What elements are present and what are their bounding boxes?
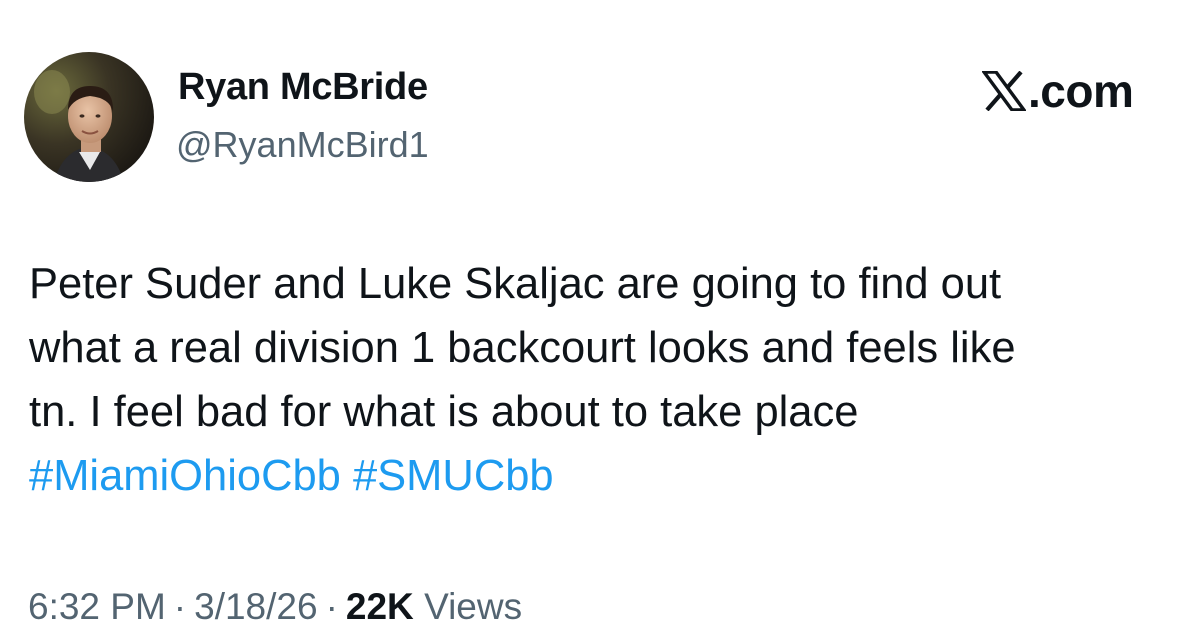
tweet-date[interactable]: 3/18/26 <box>194 586 317 627</box>
brand-domain-text: .com <box>1028 65 1134 117</box>
profile-photo-icon <box>24 52 154 182</box>
tweet-text: Peter Suder and Luke Skaljac are going t… <box>29 252 1179 508</box>
tweet-text-line: Peter Suder and Luke Skaljac are going t… <box>29 260 1002 308</box>
tweet-meta: 6:32 PM · 3/18/26 · 22K Views <box>28 586 522 628</box>
x-com-brand: .com <box>982 65 1134 117</box>
x-logo-icon <box>982 71 1026 111</box>
tweet-time[interactable]: 6:32 PM <box>28 586 166 627</box>
author-handle[interactable]: @RyanMcBird1 <box>176 124 429 166</box>
views-label: Views <box>424 586 523 627</box>
tweet-card: Ryan McBride @RyanMcBird1 .com Peter Sud… <box>0 0 1200 639</box>
hashtag-link[interactable]: #MiamiOhioCbb <box>29 452 341 500</box>
tweet-text-line: what a real division 1 backcourt looks a… <box>29 324 1016 372</box>
views-count: 22K <box>345 586 414 627</box>
author-avatar[interactable] <box>24 52 154 182</box>
hashtag-line: #MiamiOhioCbb #SMUCbb <box>29 444 1179 508</box>
meta-separator: · <box>325 586 338 627</box>
author-display-name[interactable]: Ryan McBride <box>178 66 428 109</box>
hashtag-link[interactable]: #SMUCbb <box>353 452 554 500</box>
meta-separator: · <box>173 586 187 627</box>
tweet-text-line: tn. I feel bad for what is about to take… <box>29 388 859 436</box>
